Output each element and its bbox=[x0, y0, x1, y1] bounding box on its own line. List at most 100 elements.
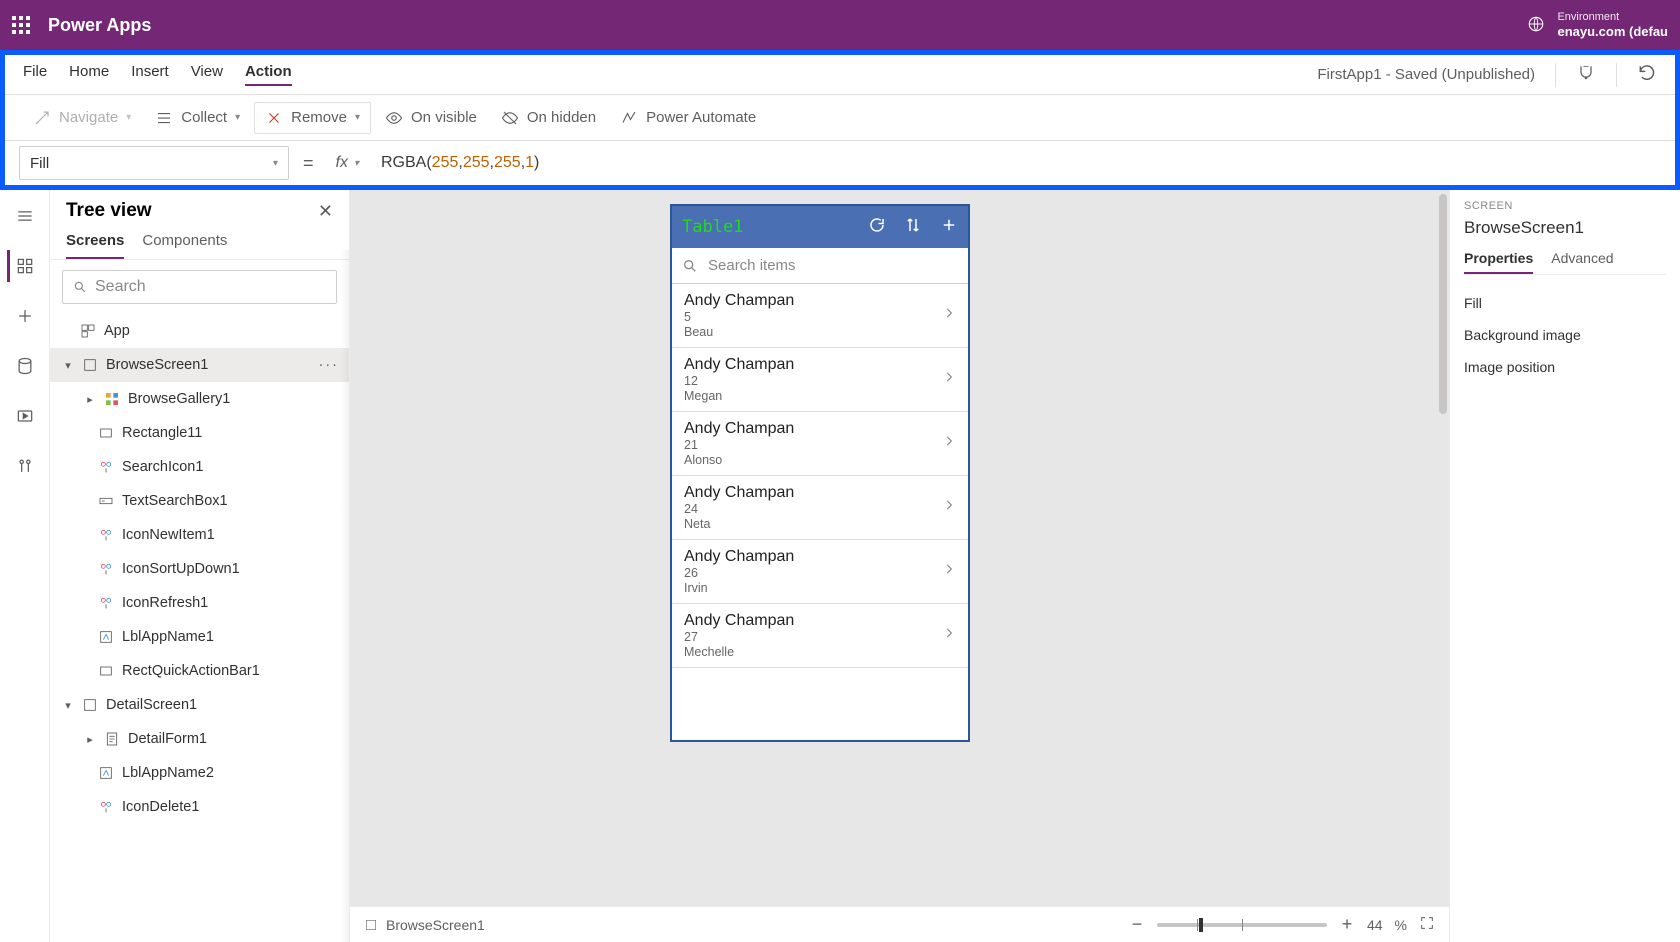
tree-node-detailscreen1[interactable]: ▾ DetailScreen1 bbox=[50, 688, 349, 722]
tree-node-textsearchbox1[interactable]: TextSearchBox1 bbox=[50, 484, 349, 518]
prop-row-fill[interactable]: Fill bbox=[1464, 295, 1666, 311]
properties-panel: SCREEN BrowseScreen1 Properties Advanced… bbox=[1450, 190, 1680, 942]
list-item[interactable]: Andy Champan 12 Megan bbox=[672, 348, 968, 412]
props-kicker: SCREEN bbox=[1464, 200, 1666, 212]
property-selector[interactable]: Fill ▾ bbox=[19, 146, 289, 180]
tree-node-browsescreen1[interactable]: ▾ BrowseScreen1 ··· bbox=[50, 348, 349, 382]
left-rail bbox=[0, 190, 50, 942]
tree-node-label: DetailScreen1 bbox=[106, 697, 197, 713]
ribbon-collect[interactable]: Collect ▾ bbox=[145, 103, 250, 133]
phone-search-input[interactable]: Search items bbox=[672, 248, 968, 284]
rail-data-icon[interactable] bbox=[9, 350, 41, 382]
rail-tree-view-icon[interactable] bbox=[7, 250, 39, 282]
tree-node-label: IconNewItem1 bbox=[122, 527, 215, 543]
zoom-in-button[interactable]: + bbox=[1339, 914, 1355, 935]
app-launcher-icon[interactable] bbox=[12, 16, 30, 34]
list-item-title: Andy Champan bbox=[684, 420, 942, 438]
close-icon[interactable]: ✕ bbox=[318, 201, 333, 222]
chevron-down-icon: ▾ bbox=[355, 112, 360, 123]
phone-list: Andy Champan 5 Beau Andy Champan 12 Mega… bbox=[672, 284, 968, 740]
phone-preview[interactable]: Table1 Search items Andy Champan 5 Beau bbox=[670, 204, 970, 742]
tab-components[interactable]: Components bbox=[142, 232, 227, 259]
chevron-right-icon bbox=[942, 434, 956, 453]
tree-node-icondelete1[interactable]: IconDelete1 bbox=[50, 790, 349, 824]
command-area-highlight: File Home Insert View Action FirstApp1 -… bbox=[0, 50, 1680, 190]
refresh-icon[interactable] bbox=[868, 216, 886, 239]
caret-down-icon[interactable]: ▾ bbox=[62, 359, 74, 372]
tree-node-rectangle11[interactable]: Rectangle11 bbox=[50, 416, 349, 450]
undo-icon[interactable] bbox=[1637, 63, 1657, 87]
tree-node-app[interactable]: App bbox=[50, 314, 349, 348]
tree-scrollbar[interactable] bbox=[341, 250, 349, 942]
canvas-area[interactable]: Table1 Search items Andy Champan 5 Beau bbox=[350, 190, 1450, 942]
caret-down-icon[interactable]: ▾ bbox=[62, 699, 74, 712]
fx-button[interactable]: fx ▾ bbox=[328, 154, 367, 172]
tab-advanced[interactable]: Advanced bbox=[1551, 250, 1613, 274]
more-icon[interactable]: ··· bbox=[319, 357, 340, 373]
menu-file[interactable]: File bbox=[23, 63, 47, 86]
ribbon-power-automate[interactable]: Power Automate bbox=[610, 103, 766, 133]
ribbon-on-hidden[interactable]: On hidden bbox=[491, 103, 606, 133]
props-title: BrowseScreen1 bbox=[1464, 218, 1666, 238]
menu-home[interactable]: Home bbox=[69, 63, 109, 86]
ribbon-navigate-label: Navigate bbox=[59, 109, 118, 126]
environment-picker[interactable]: Environment enayu.com (defau bbox=[1557, 11, 1668, 40]
list-item[interactable]: Andy Champan 27 Mechelle bbox=[672, 604, 968, 668]
formula-token-n4: 1 bbox=[525, 154, 534, 172]
tab-properties[interactable]: Properties bbox=[1464, 250, 1533, 274]
ribbon-on-hidden-label: On hidden bbox=[527, 109, 596, 126]
caret-right-icon[interactable]: ▸ bbox=[84, 733, 96, 746]
list-item[interactable]: Andy Champan 5 Beau bbox=[672, 284, 968, 348]
list-item[interactable]: Andy Champan 21 Alonso bbox=[672, 412, 968, 476]
tree-search-input[interactable]: Search bbox=[62, 270, 337, 304]
tree-view-panel: Tree view ✕ Screens Components Search Ap… bbox=[50, 190, 350, 942]
rail-advanced-tools-icon[interactable] bbox=[9, 450, 41, 482]
prop-row-image-position[interactable]: Image position bbox=[1464, 359, 1666, 375]
app-checker-icon[interactable] bbox=[1576, 63, 1596, 87]
status-screen-name: BrowseScreen1 bbox=[386, 917, 485, 933]
ribbon-on-visible[interactable]: On visible bbox=[375, 103, 487, 133]
menu-divider-2 bbox=[1616, 63, 1617, 87]
tree-node-browsegallery1[interactable]: ▸ BrowseGallery1 bbox=[50, 382, 349, 416]
environment-label: Environment bbox=[1557, 11, 1668, 24]
zoom-out-button[interactable]: − bbox=[1129, 914, 1145, 935]
tree-node-label: App bbox=[104, 323, 130, 339]
tree-node-detailform1[interactable]: ▸ DetailForm1 bbox=[50, 722, 349, 756]
canvas-scrollbar[interactable] bbox=[1439, 194, 1447, 902]
tree-node-iconsortupdown1[interactable]: IconSortUpDown1 bbox=[50, 552, 349, 586]
tree-node-rectquickactionbar1[interactable]: RectQuickActionBar1 bbox=[50, 654, 349, 688]
menu-divider bbox=[1555, 63, 1556, 87]
tree-node-label: LblAppName2 bbox=[122, 765, 214, 781]
tree-node-iconrefresh1[interactable]: IconRefresh1 bbox=[50, 586, 349, 620]
sort-icon[interactable] bbox=[904, 216, 922, 239]
list-item[interactable]: Andy Champan 24 Neta bbox=[672, 476, 968, 540]
prop-row-background-image[interactable]: Background image bbox=[1464, 327, 1666, 343]
tree-node-label: BrowseScreen1 bbox=[106, 357, 208, 373]
list-item-title: Andy Champan bbox=[684, 356, 942, 374]
tree-node-lblappname2[interactable]: LblAppName2 bbox=[50, 756, 349, 790]
rail-insert-icon[interactable] bbox=[9, 300, 41, 332]
tree-node-lblappname1[interactable]: LblAppName1 bbox=[50, 620, 349, 654]
zoom-slider[interactable] bbox=[1157, 923, 1327, 927]
ribbon-power-automate-label: Power Automate bbox=[646, 109, 756, 126]
formula-token-n1: 255 bbox=[432, 154, 459, 172]
tree-node-label: Rectangle11 bbox=[122, 425, 202, 441]
ribbon-remove[interactable]: Remove ▾ bbox=[254, 102, 371, 134]
list-item-sub1: 27 bbox=[684, 630, 942, 645]
menu-insert[interactable]: Insert bbox=[131, 63, 169, 86]
list-item[interactable]: Andy Champan 26 Irvin bbox=[672, 540, 968, 604]
caret-right-icon[interactable]: ▸ bbox=[84, 393, 96, 406]
fit-to-screen-icon[interactable] bbox=[1419, 915, 1435, 934]
list-item-sub2: Alonso bbox=[684, 453, 942, 467]
add-icon[interactable] bbox=[940, 216, 958, 239]
menu-view[interactable]: View bbox=[191, 63, 223, 86]
rail-hamburger-icon[interactable] bbox=[9, 200, 41, 232]
tree-node-searchicon1[interactable]: SearchIcon1 bbox=[50, 450, 349, 484]
tree-node-label: IconRefresh1 bbox=[122, 595, 208, 611]
formula-input[interactable]: RGBA ( 255 , 255 , 255 , 1 ) bbox=[377, 146, 1661, 180]
menu-action[interactable]: Action bbox=[245, 63, 292, 86]
tab-screens[interactable]: Screens bbox=[66, 232, 124, 259]
fx-icon: fx bbox=[336, 154, 348, 172]
tree-node-iconnewitem1[interactable]: IconNewItem1 bbox=[50, 518, 349, 552]
rail-media-icon[interactable] bbox=[9, 400, 41, 432]
